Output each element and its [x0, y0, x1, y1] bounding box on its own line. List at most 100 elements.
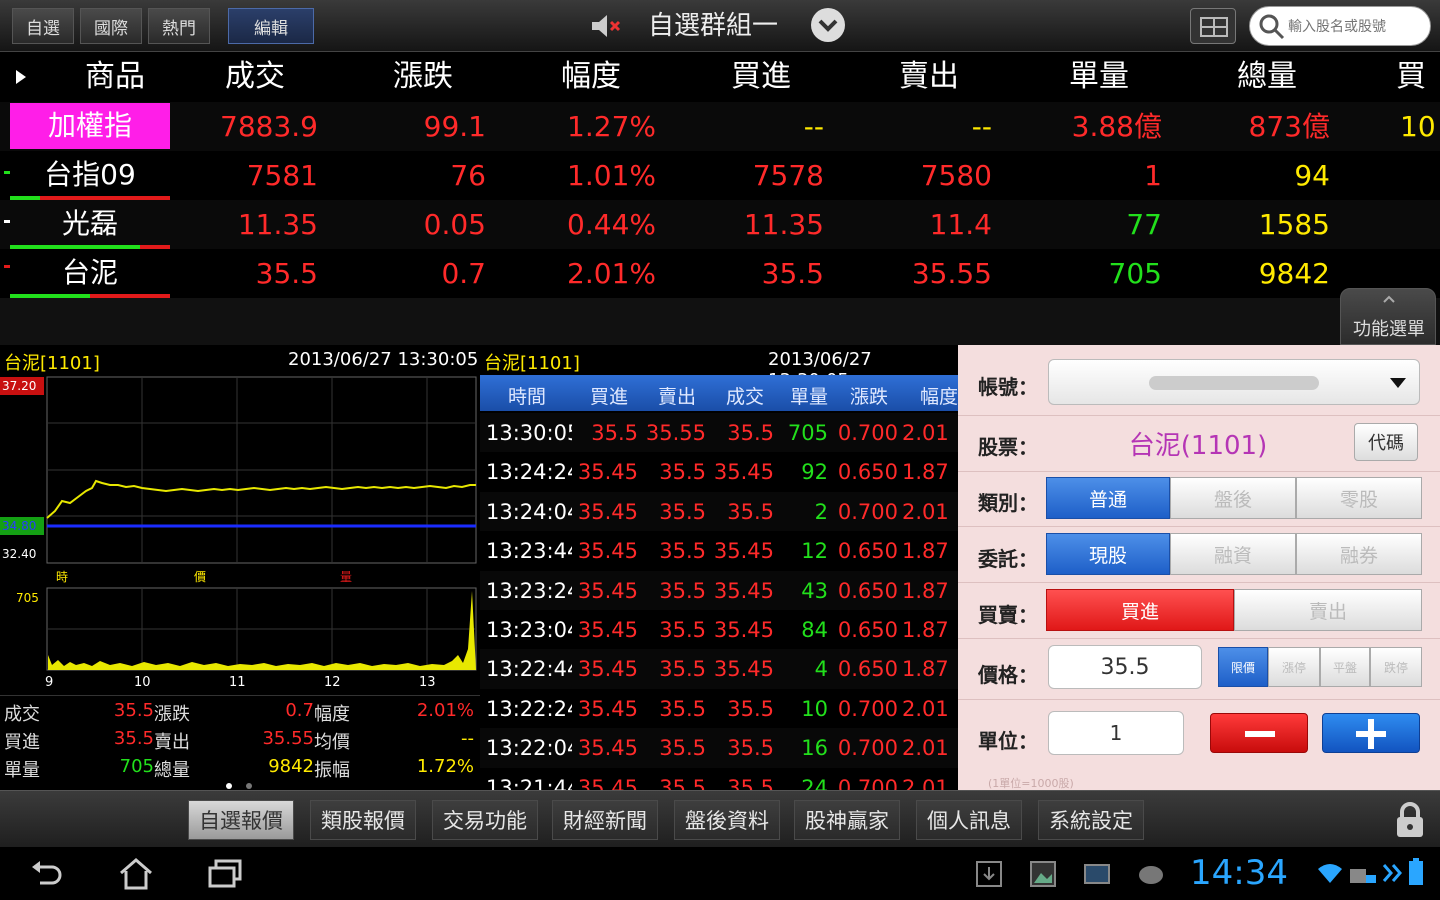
- quote-change: 0.7: [441, 257, 486, 290]
- quote-price: 7581: [246, 159, 318, 192]
- tab-watchlist-quotes[interactable]: 自選報價: [188, 800, 294, 840]
- tick-list[interactable]: 13:30:05 35.5 35.55 35.5 705 0.700 2.01 13:24:2…: [480, 413, 958, 790]
- price-flat-button[interactable]: 平盤: [1320, 647, 1370, 687]
- back-icon[interactable]: [28, 859, 64, 889]
- price-limitup-button[interactable]: 漲停: [1268, 647, 1320, 687]
- mute-icon[interactable]: [590, 13, 624, 39]
- tick-vol: 10: [801, 696, 828, 721]
- tab-settings[interactable]: 系統設定: [1038, 800, 1144, 840]
- stat-value: 0.7: [285, 700, 314, 721]
- tick-pct: 1.87: [902, 618, 949, 642]
- stat-value: 1.72%: [416, 756, 474, 777]
- stat-label: 賣出: [154, 732, 190, 753]
- quote-pct: 1.01%: [567, 159, 656, 192]
- tick-pct: 1.87: [902, 539, 949, 564]
- tick-pct: 2.01: [902, 421, 949, 445]
- tab-sector-quotes[interactable]: 類股報價: [310, 800, 416, 840]
- tab-hot[interactable]: 熱門: [148, 8, 210, 44]
- entrust-cash-button[interactable]: 現股: [1046, 533, 1170, 575]
- tab-messages[interactable]: 個人訊息: [916, 800, 1022, 840]
- quote-bid: --: [803, 110, 824, 143]
- tick-ask: 35.5: [659, 736, 706, 761]
- tick-vol: 705: [787, 421, 828, 445]
- tab-trading[interactable]: 交易功能: [432, 800, 538, 840]
- col-header-price[interactable]: 成交: [180, 52, 330, 102]
- price-limit-button[interactable]: 限價: [1218, 647, 1268, 687]
- entrust-margin-button[interactable]: 融資: [1170, 533, 1296, 575]
- stat-value: --: [461, 728, 474, 749]
- type-label: 類別：: [978, 491, 1038, 515]
- col-header-product[interactable]: 商品: [40, 52, 190, 102]
- quote-pct: 2.01%: [567, 257, 656, 290]
- recent-apps-icon[interactable]: [206, 859, 244, 889]
- chart-stats: 成交 35.5 漲跌 0.7 幅度 2.01% 買進 35.5 賣出 35.55…: [0, 695, 480, 781]
- quote-total: 873億: [1248, 110, 1330, 143]
- tab-edit[interactable]: 編輯: [228, 8, 314, 44]
- tick-row: 13:22:24 35.45 35.5 35.5 10 0.700 2.01: [480, 688, 958, 729]
- screenshot-icon: [1084, 864, 1110, 884]
- tick-time: 13:21:44: [486, 775, 572, 790]
- type-afterhours-button[interactable]: 盤後: [1170, 477, 1296, 519]
- tick-ask: 35.5: [659, 775, 706, 790]
- price-input[interactable]: 35.5: [1048, 645, 1202, 689]
- tick-change: 0.700: [837, 696, 898, 721]
- tick-col-vol: 單量: [790, 386, 829, 408]
- unit-input[interactable]: 1: [1048, 711, 1184, 755]
- code-button[interactable]: 代碼: [1354, 423, 1418, 461]
- android-icon: [1139, 866, 1163, 884]
- chart-xtick: 10: [134, 675, 151, 690]
- tab-winner[interactable]: 股神贏家: [794, 800, 900, 840]
- layout-toggle-icon[interactable]: [1190, 8, 1236, 44]
- type-normal-button[interactable]: 普通: [1046, 477, 1170, 519]
- col-header-pct[interactable]: 幅度: [516, 52, 666, 102]
- col-header-volume[interactable]: 單量: [1024, 52, 1174, 102]
- quote-row[interactable]: 台指09 7581 76 1.01% 7578 7580 1 94: [0, 151, 1440, 200]
- expand-arrow-icon[interactable]: [14, 68, 28, 90]
- unit-hint: (1單位=1000股): [988, 777, 1074, 790]
- quote-price: 11.35: [237, 208, 318, 241]
- chevron-down-icon[interactable]: [811, 8, 845, 42]
- tab-news[interactable]: 財經新聞: [552, 800, 658, 840]
- decrease-button[interactable]: [1210, 713, 1308, 753]
- tick-bid: 35.45: [577, 539, 638, 564]
- function-menu-button[interactable]: 功能選單: [1340, 288, 1436, 345]
- tab-international[interactable]: 國際: [80, 8, 142, 44]
- tab-after-hours[interactable]: 盤後資料: [674, 800, 780, 840]
- quote-row[interactable]: 台泥 35.5 0.7 2.01% 35.5 35.55 705 9842: [0, 249, 1440, 298]
- page-dot[interactable]: [246, 783, 252, 789]
- home-icon[interactable]: [118, 857, 154, 891]
- tick-change: 0.650: [837, 539, 898, 564]
- account-select[interactable]: [1048, 359, 1420, 405]
- tick-col-time: 時間: [508, 386, 547, 408]
- search-input[interactable]: [1288, 13, 1424, 41]
- stat-label: 幅度: [314, 704, 350, 725]
- lock-icon[interactable]: [1394, 801, 1426, 839]
- col-header-total[interactable]: 總量: [1192, 52, 1342, 102]
- tab-watchlist[interactable]: 自選: [12, 8, 74, 44]
- quote-extra: 10: [1400, 110, 1436, 143]
- battery-icon: [1409, 858, 1423, 885]
- sell-button[interactable]: 賣出: [1234, 589, 1422, 631]
- quote-row[interactable]: 光磊 11.35 0.05 0.44% 11.35 11.4 77 1585: [0, 200, 1440, 249]
- increase-button[interactable]: [1322, 713, 1420, 753]
- chart-xtick: 12: [324, 675, 341, 690]
- col-header-extra[interactable]: 買: [1396, 52, 1440, 102]
- tick-vol: 4: [814, 657, 828, 682]
- group-title[interactable]: 自選群組一: [648, 8, 778, 44]
- price-limitdown-button[interactable]: 跌停: [1370, 647, 1422, 687]
- tick-vol: 2: [814, 499, 828, 524]
- quote-row[interactable]: 加權指 7883.9 99.1 1.27% -- -- 3.88億 873億 1…: [0, 102, 1440, 151]
- entrust-short-button[interactable]: 融券: [1296, 533, 1422, 575]
- col-header-bid[interactable]: 買進: [686, 52, 836, 102]
- search-box[interactable]: [1249, 6, 1431, 46]
- page-dot-active[interactable]: [226, 783, 232, 789]
- buy-button[interactable]: 買進: [1046, 589, 1234, 631]
- tick-price: 35.45: [713, 460, 774, 485]
- tick-pct: 2.01: [902, 736, 949, 761]
- col-header-change[interactable]: 漲跌: [348, 52, 498, 102]
- stock-value: 台泥(1101): [1128, 431, 1268, 461]
- intraday-chart[interactable]: 時 價 量 9 10 11 12 13: [0, 373, 480, 693]
- type-oddlot-button[interactable]: 零股: [1296, 477, 1422, 519]
- tick-ask: 35.5: [659, 460, 706, 485]
- col-header-ask[interactable]: 賣出: [854, 52, 1004, 102]
